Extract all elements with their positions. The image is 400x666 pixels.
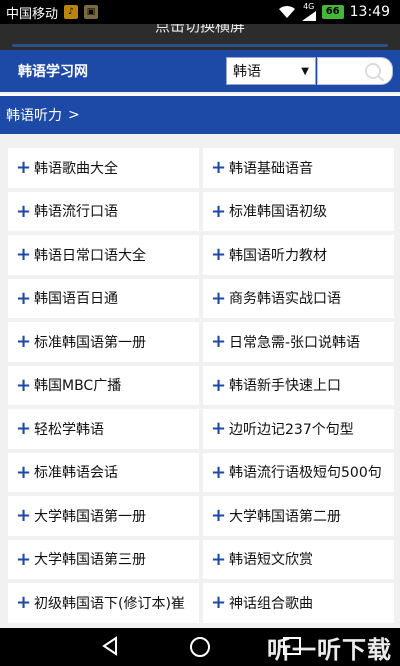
carrier-label: 中国移动 <box>6 6 59 22</box>
plus-icon: + <box>16 592 32 614</box>
breadcrumb-current[interactable]: 韩语听力 <box>6 105 62 125</box>
list-item[interactable]: + 韩国MBC广播 <box>8 365 199 405</box>
list-item[interactable]: + 商务韩语实战口语 <box>203 278 394 318</box>
list-item[interactable]: + 初级韩国语下(修订本)崔 <box>8 583 199 623</box>
rotate-hint-text: 点击切换横屏 <box>154 24 245 35</box>
plus-icon: + <box>211 331 227 353</box>
plus-icon: + <box>16 548 32 570</box>
plus-icon: + <box>16 157 32 179</box>
plus-icon: + <box>211 461 227 483</box>
list-item[interactable]: + 韩语流行口语 <box>8 191 199 231</box>
plus-icon: + <box>16 505 32 527</box>
language-select[interactable]: 韩语 ▼ <box>226 57 316 85</box>
battery-icon: 66 <box>321 5 344 19</box>
plus-icon: + <box>211 548 227 570</box>
list-item[interactable]: + 标准韩国语第一册 <box>8 322 199 362</box>
plus-icon: + <box>16 374 32 396</box>
wifi-icon <box>278 5 295 18</box>
list-item[interactable]: + 大学韩国语第二册 <box>203 496 394 536</box>
rotate-hint-bar[interactable]: 点击切换横屏 <box>0 24 400 50</box>
plus-icon: + <box>211 418 227 440</box>
site-header: 韩语学习网 韩语 ▼ <box>0 50 400 92</box>
list-item[interactable]: + 轻松学韩语 <box>8 409 199 449</box>
list-item[interactable]: + 标准韩语会话 <box>8 452 199 492</box>
watermark-logo: 听一听下载 <box>267 636 392 664</box>
plus-icon: + <box>211 244 227 266</box>
site-logo-text[interactable]: 韩语学习网 <box>18 61 88 81</box>
system-navigation-bar: 听一听下载 <box>0 628 400 666</box>
plus-icon: + <box>211 287 227 309</box>
breadcrumb-separator: > <box>68 107 80 123</box>
list-item[interactable]: + 标准韩国语初级 <box>203 191 394 231</box>
hint-divider <box>12 44 388 47</box>
course-list: + 韩语歌曲大全 + 韩语基础语音 + 韩语流行口语 + 标准韩国语初级 + 韩语日常口语… <box>8 148 394 623</box>
list-item[interactable]: + 韩语短文欣赏 <box>203 539 394 579</box>
plus-icon: + <box>16 200 32 222</box>
plus-icon: + <box>16 244 32 266</box>
status-bar: 中国移动 ♪ ▣ 4G 66 13:49 <box>0 0 400 24</box>
search-input[interactable] <box>317 57 393 85</box>
notification-icon: ♪ <box>64 5 79 19</box>
plus-icon: + <box>16 331 32 353</box>
clock: 13:49 <box>349 4 390 20</box>
plus-icon: + <box>211 505 227 527</box>
plus-icon: + <box>211 592 227 614</box>
list-item[interactable]: + 边听边记237个句型 <box>203 409 394 449</box>
home-icon[interactable] <box>189 636 211 658</box>
list-item[interactable]: + 大学韩国语第三册 <box>8 539 199 579</box>
search-icon[interactable] <box>364 62 386 82</box>
app-notification-icon: ▣ <box>84 5 99 19</box>
list-item[interactable]: + 韩语基础语音 <box>203 148 394 188</box>
network-type: 4G <box>301 3 316 21</box>
plus-icon: + <box>16 418 32 440</box>
plus-icon: + <box>16 287 32 309</box>
language-select-value: 韩语 <box>233 64 261 80</box>
list-item[interactable]: + 韩国语百日通 <box>8 278 199 318</box>
plus-icon: + <box>211 157 227 179</box>
list-item[interactable]: + 韩语流行语极短句500句 <box>203 452 394 492</box>
list-item[interactable]: + 韩语新手快速上口 <box>203 365 394 405</box>
list-item[interactable]: + 神话组合歌曲 <box>203 583 394 623</box>
list-item[interactable]: + 日常急需-张口说韩语 <box>203 322 394 362</box>
plus-icon: + <box>16 461 32 483</box>
list-item[interactable]: + 韩国语听力教材 <box>203 235 394 275</box>
signal-icon <box>301 11 316 21</box>
list-item[interactable]: + 韩语日常口语大全 <box>8 235 199 275</box>
back-icon[interactable] <box>100 636 120 656</box>
list-item[interactable]: + 大学韩国语第一册 <box>8 496 199 536</box>
breadcrumb: 韩语听力 > <box>0 94 400 134</box>
plus-icon: + <box>211 200 227 222</box>
plus-icon: + <box>211 374 227 396</box>
list-item[interactable]: + 韩语歌曲大全 <box>8 148 199 188</box>
dropdown-arrow-icon: ▼ <box>301 65 309 77</box>
